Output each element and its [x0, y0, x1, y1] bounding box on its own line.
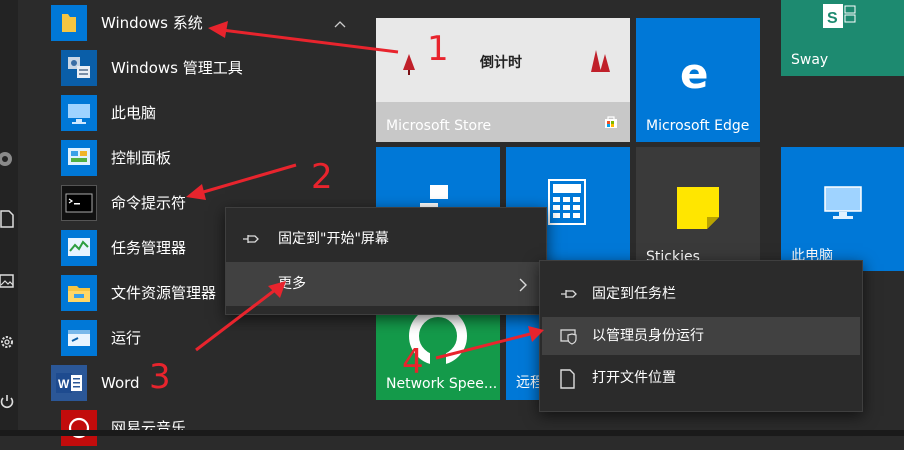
annotation-number-3: 3 — [149, 357, 171, 397]
annotation-number-2: 2 — [311, 157, 333, 197]
annotation-arrow-3 — [195, 288, 276, 352]
annotation-arrow-4 — [435, 332, 531, 360]
annotation-arrow-2 — [199, 163, 297, 195]
annotation-number-4: 4 — [402, 342, 424, 382]
annotation-arrow-1 — [221, 28, 399, 54]
annotation-number-1: 1 — [427, 29, 449, 69]
annotation-arrows — [186, 21, 544, 360]
taskbar-edge — [0, 430, 904, 436]
